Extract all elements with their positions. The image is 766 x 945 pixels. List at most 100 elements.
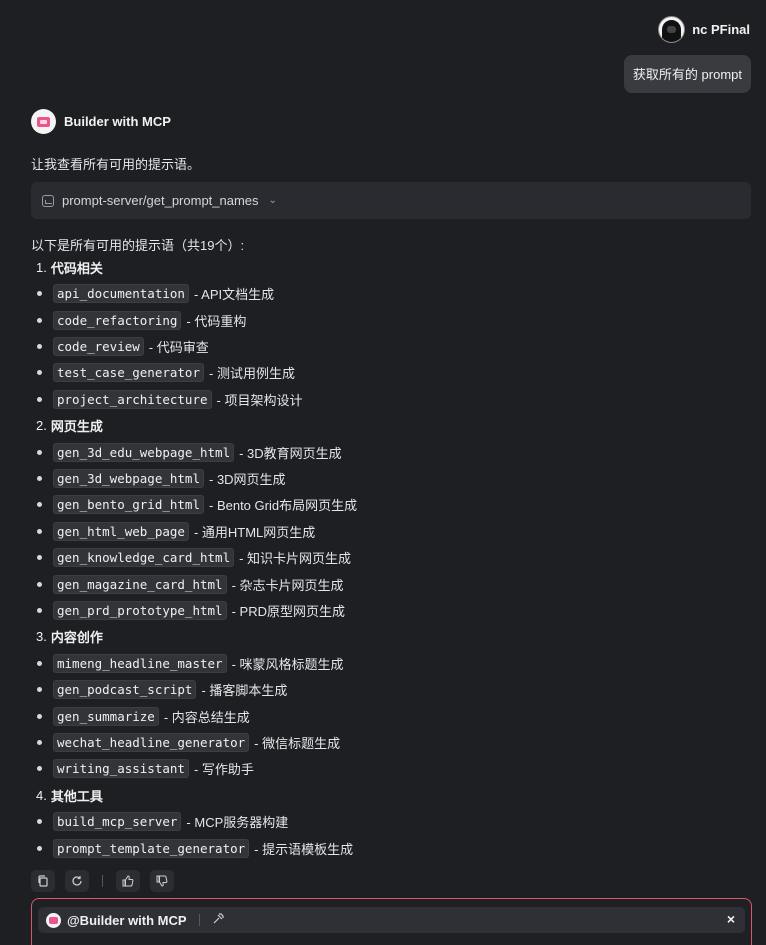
list-item: gen_podcast_script - 播客脚本生成 (36, 677, 736, 703)
prompt-name-code: gen_magazine_card_html (53, 574, 227, 594)
message-actions (31, 870, 174, 892)
mention-label: @Builder with MCP (67, 912, 187, 928)
bullet-icon (37, 317, 42, 323)
assistant-avatar (31, 109, 56, 134)
prompt-name-code: api_documentation (53, 284, 189, 304)
list-item: api_documentation - API文档生成 (36, 281, 736, 307)
section-label: 内容创作 (50, 630, 103, 646)
list-item: gen_html_web_page - 通用HTML网页生成 (36, 518, 736, 544)
bullet-icon (37, 845, 42, 851)
divider (198, 914, 200, 926)
list-item: gen_magazine_card_html - 杂志卡片网页生成 (36, 571, 736, 597)
thumbs-down-icon[interactable] (150, 870, 174, 892)
mention-chip[interactable]: @Builder with MCP × (38, 907, 745, 933)
bullet-icon (37, 291, 42, 297)
bullet-icon (37, 581, 42, 587)
prompt-description: - 通用HTML网页生成 (193, 524, 316, 540)
prompt-description: - 测试用例生成 (209, 366, 295, 382)
list-item: gen_summarize - 内容总结生成 (36, 703, 736, 729)
tool-call-label: prompt-server/get_prompt_names (62, 193, 259, 208)
bullet-icon (37, 687, 42, 693)
bullet-icon (37, 396, 42, 402)
prompt-name-code: code_review (53, 336, 144, 356)
prompt-name-code: prompt_template_generator (53, 838, 250, 858)
prompt-name-code: gen_3d_webpage_html (53, 469, 204, 489)
list-item: code_review - 代码审查 (36, 333, 736, 359)
prompt-description: - 3D网页生成 (209, 472, 286, 488)
section-number: 3. (36, 629, 47, 645)
list-item: code_refactoring - 代码重构 (36, 307, 736, 333)
prompt-description: - MCP服务器构建 (186, 815, 289, 831)
bullet-icon (37, 607, 42, 613)
list-item: project_architecture - 项目架构设计 (36, 386, 736, 412)
assistant-intro: 让我查看所有可用的提示语。 (31, 157, 201, 172)
bullet-icon (37, 343, 42, 349)
tool-icon (42, 194, 54, 207)
prompt-name-code: gen_bento_grid_html (53, 495, 204, 515)
prompt-description: - 播客脚本生成 (201, 683, 288, 699)
list-item: test_case_generator - 测试用例生成 (36, 360, 736, 386)
prompt-name-code: build_mcp_server (53, 812, 182, 832)
prompt-name-code: gen_summarize (53, 706, 159, 726)
section-number: 4. (36, 787, 47, 803)
user-avatar[interactable] (658, 16, 686, 43)
prompt-description: - 微信标题生成 (254, 736, 341, 752)
bullet-icon (37, 370, 42, 376)
bullet-icon (37, 476, 42, 482)
prompt-description: - Bento Grid布局网页生成 (209, 498, 358, 514)
prompt-description: - 写作助手 (193, 762, 254, 778)
section-label: 代码相关 (50, 260, 103, 276)
tools-icon[interactable] (212, 912, 225, 928)
prompt-description: - 代码审查 (148, 339, 209, 355)
prompt-name-code: project_architecture (53, 389, 212, 409)
prompt-name-code: gen_html_web_page (53, 521, 189, 541)
prompt-name-code: code_refactoring (53, 310, 182, 330)
prompt-description: - 杂志卡片网页生成 (231, 577, 344, 593)
thumbs-up-icon[interactable] (116, 870, 140, 892)
section-label: 其他工具 (50, 788, 103, 804)
message-composer[interactable]: @Builder with MCP × (31, 898, 752, 945)
list-item: mimeng_headline_master - 咪蒙风格标题生成 (36, 650, 736, 676)
builder-avatar (46, 912, 61, 928)
list-item: prompt_template_generator - 提示语模板生成 (36, 835, 736, 861)
prompt-name-code: gen_3d_edu_webpage_html (53, 442, 235, 462)
refresh-icon[interactable] (65, 870, 89, 892)
section-title: 2. 网页生成 (36, 412, 736, 439)
bullet-icon (37, 528, 42, 534)
section-label: 网页生成 (50, 419, 103, 435)
bullet-icon (37, 449, 42, 455)
bullet-icon (37, 819, 42, 825)
assistant-name: Builder with MCP (64, 114, 171, 129)
chevron-down-icon[interactable]: ⌄ (269, 195, 277, 206)
list-item: gen_prd_prototype_html - PRD原型网页生成 (36, 597, 736, 623)
prompt-description: - PRD原型网页生成 (231, 603, 345, 619)
divider (102, 875, 103, 887)
section-title: 3. 内容创作 (36, 624, 736, 651)
bullet-icon (37, 713, 42, 719)
prompt-name-code: gen_podcast_script (53, 680, 197, 700)
close-icon[interactable]: × (727, 911, 735, 927)
assistant-header: Builder with MCP (31, 109, 171, 134)
user-header: nc PFinal (658, 16, 750, 43)
list-item: writing_assistant - 写作助手 (36, 756, 736, 782)
prompt-description: - 项目架构设计 (216, 392, 303, 408)
bullet-icon (37, 502, 42, 508)
prompt-name-code: writing_assistant (53, 759, 189, 779)
list-item: build_mcp_server - MCP服务器构建 (36, 809, 736, 835)
bullet-icon (37, 766, 42, 772)
prompt-name-code: wechat_headline_generator (53, 733, 250, 753)
list-item: gen_3d_webpage_html - 3D网页生成 (36, 465, 736, 491)
user-message-bubble: 获取所有的 prompt (623, 55, 751, 93)
prompt-description: - API文档生成 (193, 287, 275, 303)
tool-call-toggle[interactable]: prompt-server/get_prompt_names ⌄ (31, 182, 751, 219)
copy-icon[interactable] (31, 870, 55, 892)
bullet-icon (37, 740, 42, 746)
list-item: gen_bento_grid_html - Bento Grid布局网页生成 (36, 492, 736, 518)
section-number: 1. (36, 259, 47, 275)
list-item: wechat_headline_generator - 微信标题生成 (36, 729, 736, 755)
bullet-icon (37, 555, 42, 561)
prompt-list: 1. 代码相关 api_documentation - API文档生成 code_ref… (36, 254, 736, 861)
section-title: 4. 其他工具 (36, 782, 736, 809)
bullet-icon (37, 660, 42, 666)
prompt-description: - 咪蒙风格标题生成 (231, 656, 344, 672)
